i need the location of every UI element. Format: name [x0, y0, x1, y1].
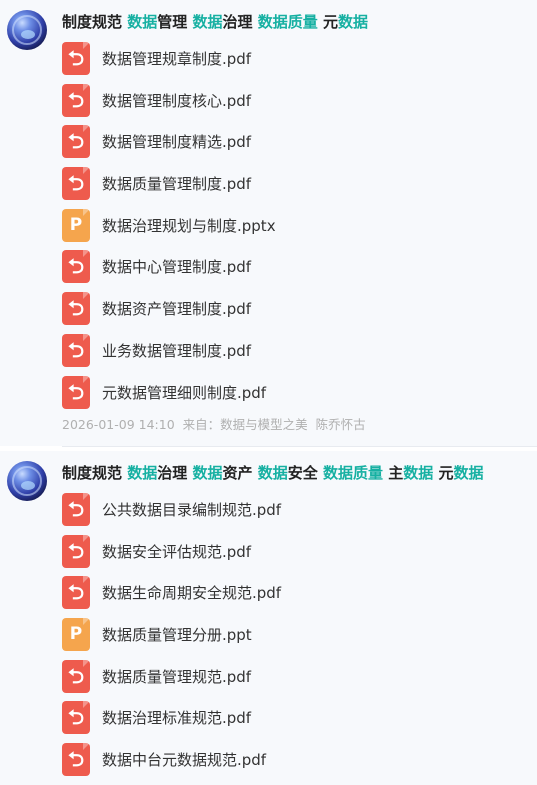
pdf-file-icon: ⮌: [62, 534, 90, 568]
pdf-file-icon: ⮌: [62, 659, 90, 693]
title-keyword: 数据: [453, 464, 484, 482]
pdf-file-icon: ⮌: [62, 493, 90, 526]
title-keyword: 数据: [257, 464, 288, 482]
ppt-file-icon: P: [62, 208, 90, 242]
pdf-file-icon: ⮌: [62, 333, 90, 367]
post-author[interactable]: 陈乔怀古: [316, 417, 366, 432]
title-keyword: 数据质量: [322, 464, 383, 482]
title-keyword: 数据: [403, 464, 434, 482]
pdf-file-icon: ⮌: [62, 743, 90, 777]
pdf-file-icon: ⮌: [62, 83, 90, 117]
pdf-file-icon: ⮌: [62, 42, 90, 75]
title-segment: 管理: [157, 13, 193, 31]
pdf-file-icon: ⮌: [62, 701, 90, 735]
title-keyword: 数据: [192, 13, 223, 31]
attachment-name[interactable]: 数据管理制度精选.pdf: [102, 132, 251, 152]
attachment-name[interactable]: 数据中心管理制度.pdf: [102, 257, 251, 277]
post-source[interactable]: 来自：数据与模型之美: [183, 417, 308, 432]
pdf-file-icon: ⮌: [62, 125, 90, 159]
post-divider: [62, 446, 537, 447]
post-title[interactable]: 制度规范 数据治理 数据资产 数据安全 数据质量 主数据 元数据: [62, 462, 484, 484]
attachment-name[interactable]: 元数据管理细则制度.pdf: [102, 383, 266, 403]
post-timestamp: 2026-01-09 14:10: [62, 417, 175, 432]
title-keyword: 数据: [192, 464, 223, 482]
post-1: 制度规范 数据管理 数据治理 数据质量 元数据 ⮌ 数据管理规章制度.pdf ⮌…: [0, 0, 537, 446]
title-segment: 治理: [157, 464, 193, 482]
avatar[interactable]: [7, 461, 47, 501]
attachment-name[interactable]: 数据资产管理制度.pdf: [102, 299, 251, 319]
attachment-name[interactable]: 数据治理标准规范.pdf: [102, 708, 251, 728]
attachment-name[interactable]: 数据质量管理规范.pdf: [102, 667, 251, 687]
post-meta: 2026-01-09 14:10 来自：数据与模型之美 陈乔怀古: [62, 414, 374, 433]
attachment-name[interactable]: 公共数据目录编制规范.pdf: [102, 500, 281, 520]
attachment-name[interactable]: 数据中台元数据规范.pdf: [102, 750, 266, 770]
avatar[interactable]: [7, 10, 47, 50]
attachment-name[interactable]: 数据管理制度核心.pdf: [102, 91, 251, 111]
title-segment: 安全: [287, 464, 323, 482]
attachment-name[interactable]: 数据生命周期安全规范.pdf: [102, 583, 281, 603]
pdf-file-icon: ⮌: [62, 167, 90, 201]
attachment-name[interactable]: 数据治理规划与制度.pptx: [102, 216, 276, 236]
title-keyword: 数据: [337, 13, 368, 31]
attachment-name[interactable]: 数据安全评估规范.pdf: [102, 542, 251, 562]
attachment-name[interactable]: 业务数据管理制度.pdf: [102, 341, 251, 361]
title-segment: 主: [383, 464, 404, 482]
title-segment: 制度规范: [62, 13, 128, 31]
pdf-file-icon: ⮌: [62, 375, 90, 409]
title-segment: 制度规范: [62, 464, 128, 482]
title-keyword: 数据: [127, 464, 158, 482]
pdf-file-icon: ⮌: [62, 576, 90, 610]
attachment-name[interactable]: 数据质量管理制度.pdf: [102, 174, 251, 194]
ppt-file-icon: P: [62, 618, 90, 652]
attachment-name[interactable]: 数据质量管理分册.ppt: [102, 625, 252, 645]
title-segment: 元: [433, 464, 454, 482]
globe-icon-land: [21, 481, 35, 490]
title-keyword: 数据: [127, 13, 158, 31]
post-2: 制度规范 数据治理 数据资产 数据安全 数据质量 主数据 元数据 ⮌ 公共数据目…: [0, 451, 537, 785]
globe-icon-land: [21, 30, 35, 39]
title-segment: 元: [317, 13, 338, 31]
title-segment: 资产: [222, 464, 258, 482]
pdf-file-icon: ⮌: [62, 250, 90, 284]
post-title[interactable]: 制度规范 数据管理 数据治理 数据质量 元数据: [62, 11, 368, 33]
title-segment: 治理: [222, 13, 258, 31]
title-keyword: 数据质量: [257, 13, 318, 31]
pdf-file-icon: ⮌: [62, 292, 90, 326]
attachment-name[interactable]: 数据管理规章制度.pdf: [102, 49, 251, 69]
